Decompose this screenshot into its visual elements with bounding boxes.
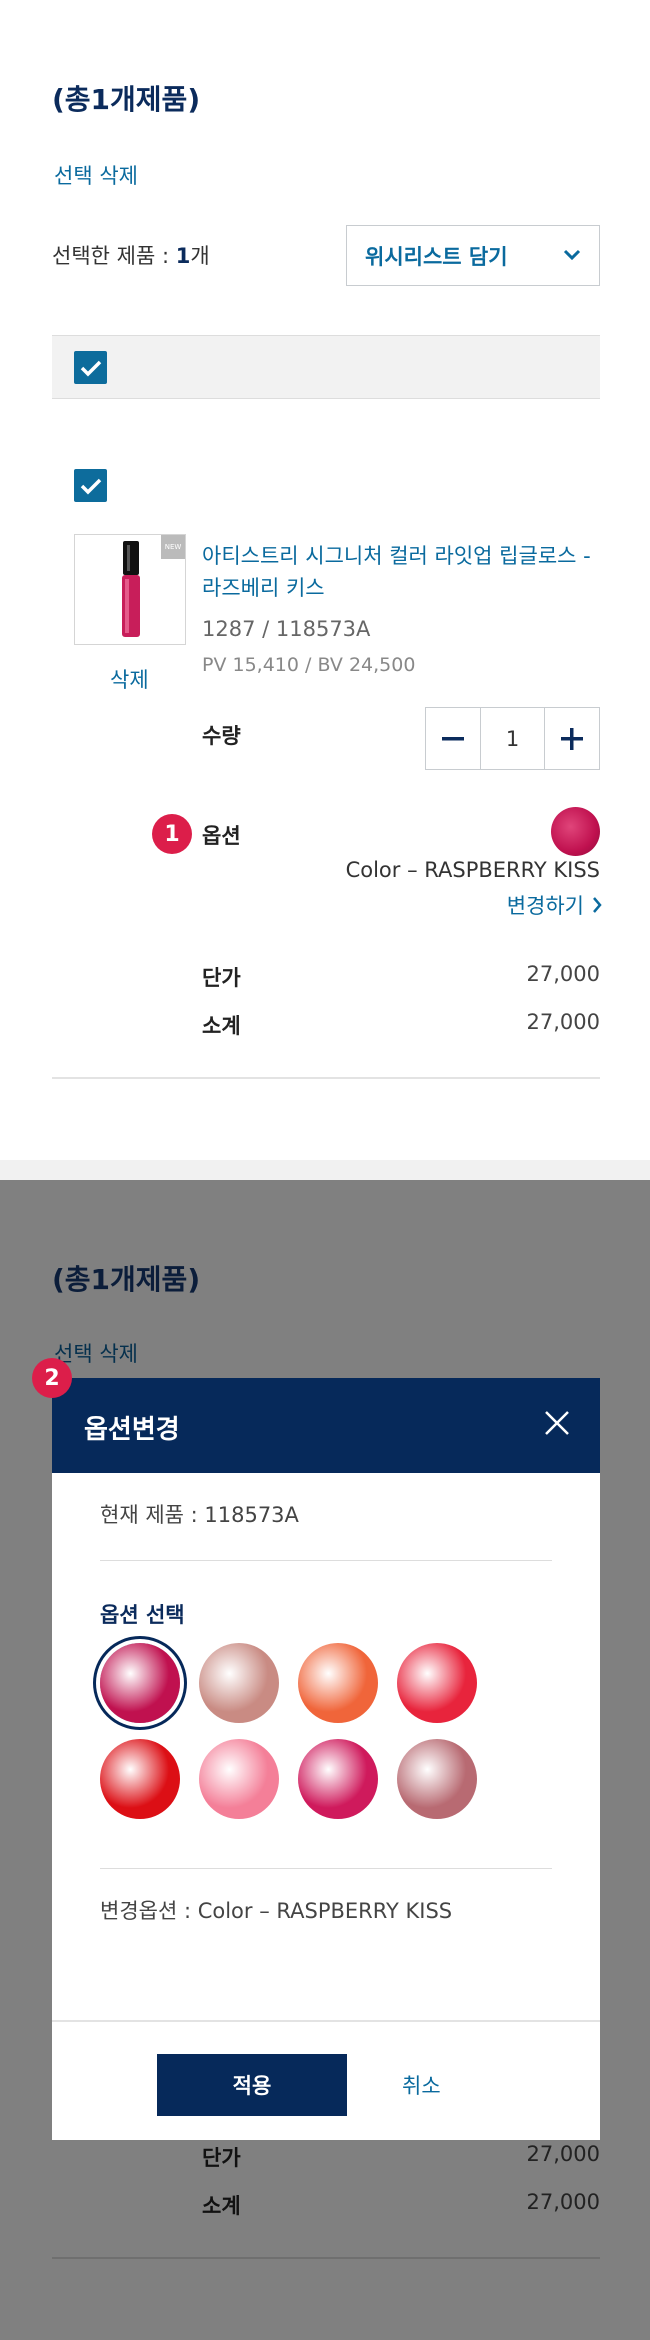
item-delete-button[interactable]: 삭제 bbox=[110, 664, 149, 694]
cart-section: (총1개제품) 선택 삭제 선택한 제품 : 1개 위시리스트 담기 NEW 삭… bbox=[0, 0, 650, 1160]
product-thumbnail[interactable]: NEW bbox=[74, 534, 186, 645]
subtotal-value: 27,000 bbox=[526, 2190, 600, 2214]
modal-divider-2 bbox=[100, 1868, 552, 1869]
option-swatch-3[interactable] bbox=[298, 1643, 378, 1723]
chevron-right-icon bbox=[593, 897, 602, 913]
product-code: 1287 / 118573A bbox=[202, 617, 371, 641]
close-icon bbox=[545, 1411, 569, 1435]
apply-button[interactable]: 적용 bbox=[157, 2054, 347, 2116]
modal-footer-divider bbox=[52, 2020, 600, 2022]
swatch-grid bbox=[100, 1643, 520, 1843]
delete-selected-link[interactable]: 선택 삭제 bbox=[54, 160, 138, 190]
option-swatch-8[interactable] bbox=[397, 1739, 477, 1819]
increase-button[interactable] bbox=[544, 708, 599, 769]
check-icon bbox=[80, 478, 101, 494]
option-swatch-2[interactable] bbox=[199, 1643, 279, 1723]
modal-title: 옵션변경 bbox=[84, 1415, 180, 1445]
option-label: 옵션 bbox=[202, 824, 241, 848]
option-swatch-6[interactable] bbox=[199, 1739, 279, 1819]
quantity-value[interactable]: 1 bbox=[481, 708, 544, 769]
chevron-down-icon bbox=[563, 246, 581, 265]
select-all-bar bbox=[52, 335, 600, 399]
change-option-link[interactable]: 변경하기 bbox=[507, 890, 602, 920]
modal-close-button[interactable] bbox=[542, 1408, 572, 1438]
section-separator bbox=[0, 1160, 650, 1180]
changed-option: 변경옵션 : Color – RASPBERRY KISS bbox=[100, 1899, 453, 1923]
minus-icon bbox=[442, 736, 464, 740]
page-title: (총1개제품) bbox=[52, 83, 201, 116]
check-icon bbox=[80, 360, 101, 376]
option-swatch-7[interactable] bbox=[298, 1739, 378, 1819]
selected-count: 선택한 제품 : 1개 bbox=[52, 244, 210, 268]
option-change-modal: 옵션변경 현재 제품 : 118573A 옵션 선택 변경옵션 : Color … bbox=[52, 1378, 600, 2140]
product-name-link[interactable]: 아티스트리 시그니처 컬러 라잇업 립글로스 - 라즈베리 키스 bbox=[202, 540, 602, 604]
modal-divider-1 bbox=[100, 1560, 552, 1561]
plus-icon bbox=[561, 727, 583, 750]
quantity-label: 수량 bbox=[202, 724, 241, 748]
page-title: (총1개제품) bbox=[52, 1263, 201, 1296]
annotation-badge-2: 2 bbox=[32, 1358, 72, 1398]
option-value: Color – RASPBERRY KISS bbox=[345, 858, 600, 882]
unit-price-label: 단가 bbox=[202, 966, 241, 990]
subtotal-label: 소계 bbox=[202, 1014, 241, 1038]
modal-header: 옵션변경 bbox=[52, 1378, 600, 1473]
option-swatch-5[interactable] bbox=[100, 1739, 180, 1819]
decrease-button[interactable] bbox=[426, 708, 481, 769]
option-swatch bbox=[551, 807, 600, 856]
thumb-tag: NEW bbox=[161, 535, 185, 559]
annotation-badge-1: 1 bbox=[152, 814, 192, 854]
select-all-checkbox[interactable] bbox=[74, 351, 107, 384]
option-select-label: 옵션 선택 bbox=[100, 1603, 185, 1627]
product-pv-bv: PV 15,410 / BV 24,500 bbox=[202, 654, 416, 676]
option-swatch-1[interactable] bbox=[100, 1643, 180, 1723]
subtotal-label: 소계 bbox=[202, 2194, 241, 2218]
quantity-stepper: 1 bbox=[425, 707, 600, 770]
unit-price-value: 27,000 bbox=[526, 2142, 600, 2166]
subtotal-value: 27,000 bbox=[526, 1010, 600, 1034]
item-checkbox[interactable] bbox=[74, 469, 107, 502]
current-product: 현재 제품 : 118573A bbox=[100, 1503, 299, 1527]
cancel-button[interactable]: 취소 bbox=[402, 2070, 441, 2100]
wishlist-select[interactable]: 위시리스트 담기 bbox=[346, 225, 600, 286]
item-divider bbox=[52, 2257, 600, 2259]
unit-price-label: 단가 bbox=[202, 2146, 241, 2170]
unit-price-value: 27,000 bbox=[526, 962, 600, 986]
selected-count-value: 1 bbox=[175, 244, 191, 268]
item-divider bbox=[52, 1077, 600, 1079]
option-swatch-4[interactable] bbox=[397, 1643, 477, 1723]
